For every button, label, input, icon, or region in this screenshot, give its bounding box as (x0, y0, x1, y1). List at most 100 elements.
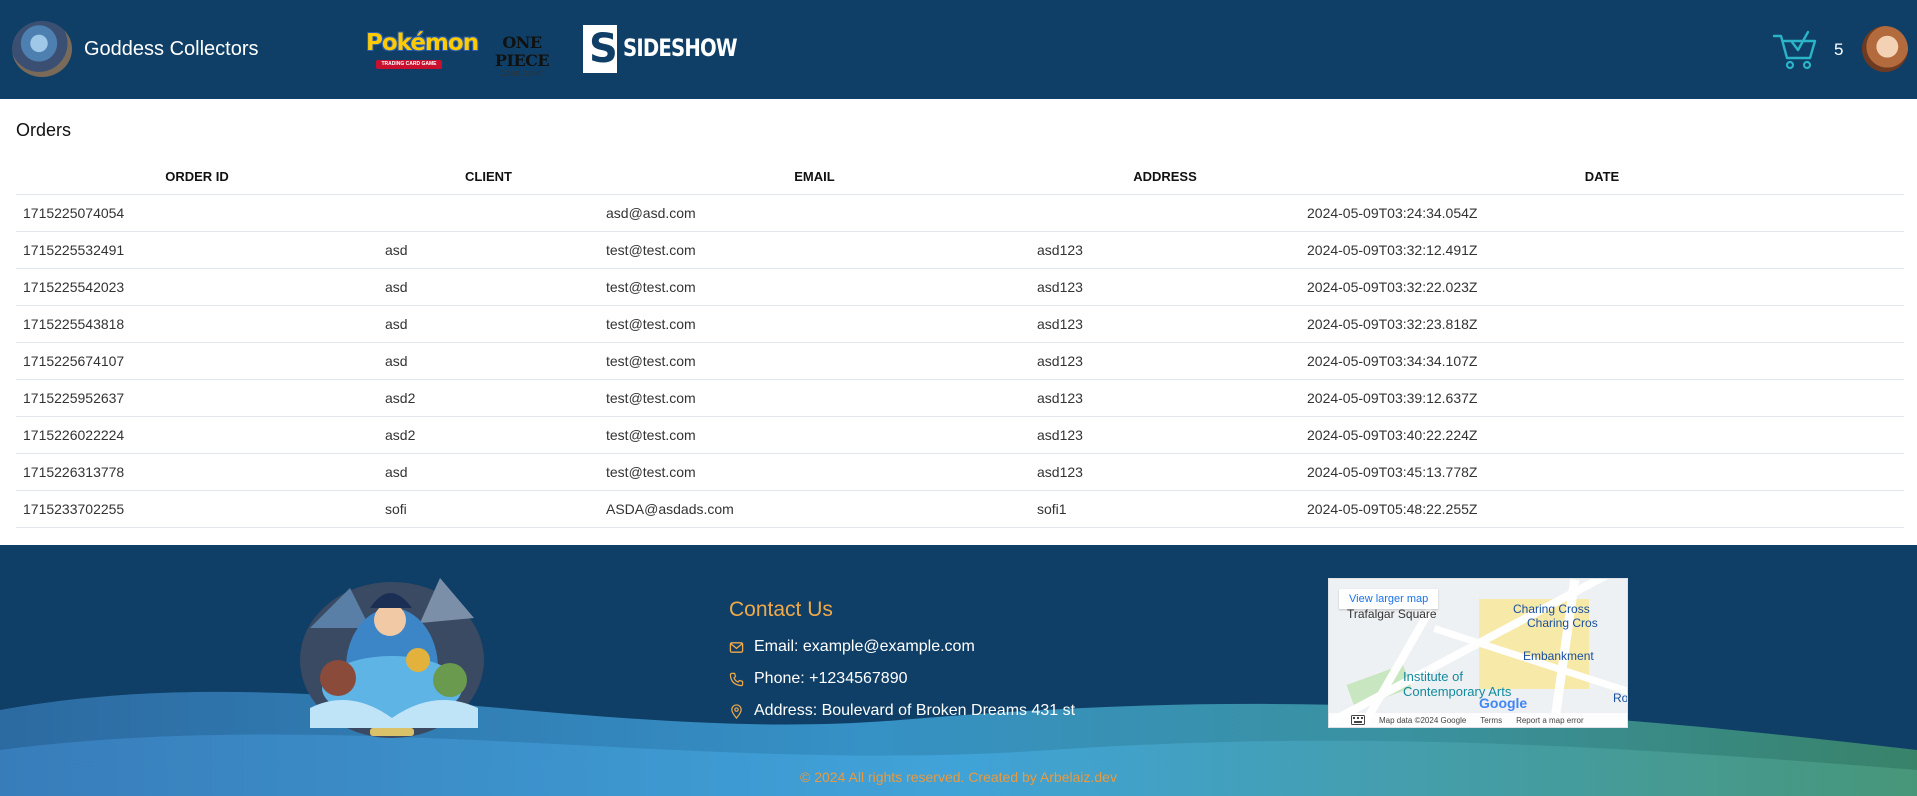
column-header-email: EMAIL (794, 168, 835, 184)
cell-date: 2024-05-09T05:48:22.255Z (1300, 489, 1904, 528)
map-attribution: Map data ©2024 Google Terms Report a map… (1329, 713, 1627, 727)
one-piece-logo-sub: CARD GAME (500, 71, 544, 78)
cell-date: 2024-05-09T03:24:34.054Z (1300, 193, 1904, 231)
contact-email: Email: example@example.com (729, 638, 975, 656)
table-row: 1715225074054 asd@asd.com 2024-05-09T03:24… (16, 193, 1904, 231)
cell-client: sofi (378, 489, 599, 528)
cell-email: asd@asd.com (599, 193, 1030, 231)
cell-address (1030, 193, 1300, 231)
cell-order-id: 1715226022224 (16, 415, 378, 453)
keyboard-icon[interactable] (1351, 715, 1365, 725)
cell-email: test@test.com (599, 415, 1030, 453)
orders-table-body: 1715225074054 asd@asd.com 2024-05-09T03:24… (16, 193, 1904, 528)
cell-address: asd123 (1030, 341, 1300, 379)
cell-date: 2024-05-09T03:39:12.637Z (1300, 378, 1904, 416)
table-row: 1715225542023 asd test@test.com asd123 2024-… (16, 267, 1904, 305)
cell-order-id: 1715225543818 (16, 304, 378, 342)
cell-client: asd (378, 267, 599, 305)
embedded-map[interactable]: View larger map Trafalgar Square Charing… (1328, 578, 1628, 728)
app-header: Goddess Collectors Pokémon TRADING CARD … (0, 0, 1917, 99)
table-row: 1715225532491 asd test@test.com asd123 2024-… (16, 230, 1904, 268)
cell-client: asd2 (378, 378, 599, 416)
column-header-date: DATE (1584, 168, 1620, 184)
column-header-address: ADDRESS (1133, 168, 1197, 184)
cell-date: 2024-05-09T03:40:22.224Z (1300, 415, 1904, 453)
cell-date: 2024-05-09T03:32:23.818Z (1300, 304, 1904, 342)
map-data-text: Map data ©2024 Google (1379, 715, 1467, 725)
one-piece-logo[interactable]: ONE PIECE CARD GAME (477, 34, 567, 79)
cell-address: sofi1 (1030, 489, 1300, 528)
contact-phone-text[interactable]: Phone: +1234567890 (754, 670, 907, 688)
contact-phone: Phone: +1234567890 (729, 670, 907, 688)
pokemon-logo-sub: TRADING CARD GAME (376, 60, 442, 69)
table-row: 1715233702255 sofi ASDA@asdads.com sofi1 202… (16, 489, 1904, 528)
cell-address: asd123 (1030, 304, 1300, 342)
site-footer: Contact Us Email: example@example.com Ph… (0, 545, 1917, 796)
cell-address: asd123 (1030, 415, 1300, 453)
column-header-order-id: ORDER ID (165, 168, 229, 184)
cell-email: test@test.com (599, 230, 1030, 268)
cell-email: test@test.com (599, 304, 1030, 342)
table-row: 1715226313778 asd test@test.com asd123 2024-… (16, 452, 1904, 490)
cell-date: 2024-05-09T03:34:34.107Z (1300, 341, 1904, 379)
table-row: 1715225674107 asd test@test.com asd123 2024-… (16, 341, 1904, 379)
brand-logo[interactable] (12, 21, 72, 77)
contact-address-text: Address: Boulevard of Broken Dreams 431 … (754, 702, 1076, 719)
table-row: 1715225952637 asd2 test@test.com asd123 2024… (16, 378, 1904, 416)
map-report-link[interactable]: Report a map error (1516, 716, 1584, 725)
sideshow-logo-word: SIDESHOW (623, 34, 738, 62)
cell-order-id: 1715225674107 (16, 341, 378, 379)
table-row: 1715225543818 asd test@test.com asd123 2024-… (16, 304, 1904, 342)
cell-email: test@test.com (599, 267, 1030, 305)
sideshow-mark-letter: S (589, 26, 618, 72)
cell-order-id: 1715226313778 (16, 452, 378, 490)
one-piece-logo-word: ONE PIECE (494, 33, 550, 70)
footer-goddess-logo (300, 578, 484, 738)
map-label: Ro (1613, 691, 1628, 705)
cart-count-badge[interactable]: 5 (1834, 40, 1843, 60)
phone-icon (729, 672, 744, 686)
map-label: Charing Cros (1527, 616, 1598, 630)
cell-client: asd (378, 304, 599, 342)
cell-client: asd2 (378, 415, 599, 453)
sideshow-mark: S (583, 25, 618, 73)
contact-address: Address: Boulevard of Broken Dreams 431 … (729, 702, 1075, 720)
map-label: Institute of (1403, 669, 1463, 684)
cell-email: test@test.com (599, 378, 1030, 416)
cell-address: asd123 (1030, 230, 1300, 268)
column-header-client: CLIENT (465, 168, 512, 184)
cell-client: asd (378, 341, 599, 379)
contact-email-text[interactable]: Email: example@example.com (754, 638, 975, 656)
map-label: Embankment (1523, 649, 1594, 663)
table-header-row: ORDER ID CLIENT EMAIL ADDRESS DATE (16, 159, 1904, 194)
map-terms-link[interactable]: Terms (1480, 716, 1502, 725)
orders-panel: Orders ORDER ID CLIENT EMAIL ADDRESS DAT… (0, 99, 1917, 545)
brand-name[interactable]: Goddess Collectors (84, 38, 259, 61)
cell-client: asd (378, 230, 599, 268)
cell-date: 2024-05-09T03:32:22.023Z (1300, 267, 1904, 305)
map-label: Charing Cross (1513, 602, 1590, 616)
copyright-text: © 2024 All rights reserved. Created by A… (800, 769, 1117, 785)
cart-icon[interactable] (1772, 28, 1818, 70)
google-logo: Google (1479, 695, 1528, 711)
view-larger-map-link[interactable]: View larger map (1339, 589, 1439, 609)
page-title: Orders (16, 120, 72, 140)
cell-date: 2024-05-09T03:32:12.491Z (1300, 230, 1904, 268)
pokemon-logo[interactable]: Pokémon TRADING CARD GAME (366, 30, 479, 72)
location-pin-icon (731, 703, 742, 719)
cell-address: asd123 (1030, 267, 1300, 305)
sideshow-logo[interactable]: S SIDESHOW (583, 25, 738, 73)
pokemon-logo-word: Pokémon (366, 30, 479, 56)
cell-email: test@test.com (599, 452, 1030, 490)
cell-date: 2024-05-09T03:45:13.778Z (1300, 452, 1904, 490)
orders-table: ORDER ID CLIENT EMAIL ADDRESS DATE 17152… (16, 159, 1904, 528)
user-avatar[interactable] (1862, 26, 1908, 72)
contact-title: Contact Us (729, 598, 833, 621)
mail-icon (729, 641, 744, 653)
cell-client: asd (378, 452, 599, 490)
cell-email: test@test.com (599, 341, 1030, 379)
cell-client (378, 193, 599, 231)
cell-order-id: 1715225952637 (16, 378, 378, 416)
cell-address: asd123 (1030, 452, 1300, 490)
footer-wave-background (0, 691, 1917, 796)
